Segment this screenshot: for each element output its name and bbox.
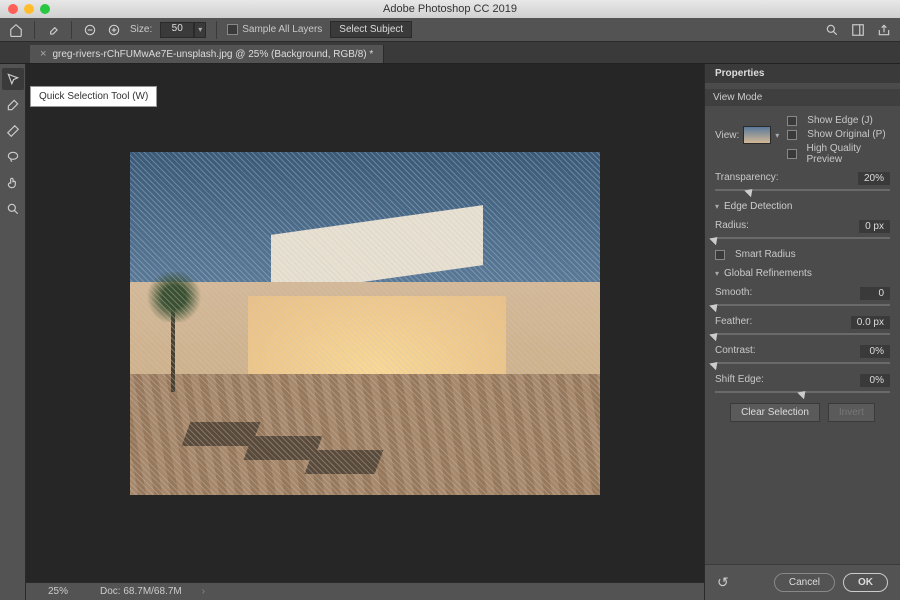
doc-size[interactable]: Doc: 68.7M/68.7M — [100, 586, 182, 597]
zoom-tool[interactable] — [2, 198, 24, 220]
shift-edge-slider[interactable] — [715, 391, 890, 393]
tool-tooltip: Quick Selection Tool (W) — [30, 86, 157, 107]
quick-selection-tool[interactable] — [2, 68, 24, 90]
properties-panel: Properties View Mode View: ▾ Show Edge (… — [704, 64, 900, 600]
search-icon[interactable] — [824, 22, 840, 38]
ok-button[interactable]: OK — [843, 573, 888, 592]
zoom-window-icon[interactable] — [40, 4, 50, 14]
cancel-button[interactable]: Cancel — [774, 573, 835, 592]
show-original-checkbox[interactable]: Show Original (P) — [787, 129, 890, 140]
feather-label: Feather: — [715, 316, 752, 329]
view-thumbnail[interactable] — [743, 126, 771, 144]
invert-button[interactable]: Invert — [828, 403, 875, 422]
view-mode-header: View Mode — [705, 89, 900, 106]
smooth-value[interactable]: 0 — [860, 287, 890, 300]
document-canvas[interactable] — [130, 152, 600, 495]
smart-radius-checkbox[interactable]: Smart Radius — [715, 249, 890, 260]
brush-add-icon[interactable] — [106, 22, 122, 38]
contrast-label: Contrast: — [715, 345, 756, 358]
lasso-tool[interactable] — [2, 146, 24, 168]
canvas-area[interactable] — [26, 64, 704, 582]
titlebar: Adobe Photoshop CC 2019 — [0, 0, 900, 18]
shift-edge-value[interactable]: 0% — [860, 374, 890, 387]
contrast-value[interactable]: 0% — [860, 345, 890, 358]
shift-edge-label: Shift Edge: — [715, 374, 764, 387]
brush-icon[interactable] — [45, 22, 61, 38]
feather-slider[interactable] — [715, 333, 890, 335]
view-dropdown-icon[interactable]: ▾ — [775, 131, 779, 140]
status-flyout-icon[interactable]: › — [202, 586, 205, 597]
brush-size-dropdown[interactable]: ▾ — [194, 22, 206, 38]
panel-footer: ↺ Cancel OK — [705, 564, 900, 600]
refine-edge-brush-tool[interactable] — [2, 94, 24, 116]
home-icon[interactable] — [8, 22, 24, 38]
app-title: Adobe Photoshop CC 2019 — [0, 3, 900, 15]
smooth-slider[interactable] — [715, 304, 890, 306]
status-bar: 25% Doc: 68.7M/68.7M › — [26, 582, 704, 600]
close-tab-icon[interactable]: × — [40, 48, 46, 60]
options-bar: Size: 50 ▾ Sample All Layers Select Subj… — [0, 18, 900, 42]
radius-label: Radius: — [715, 220, 749, 233]
checkbox-icon — [227, 24, 238, 35]
radius-slider[interactable] — [715, 237, 890, 239]
workspace-icon[interactable] — [850, 22, 866, 38]
reset-icon[interactable]: ↺ — [717, 574, 729, 591]
transparency-value[interactable]: 20% — [858, 172, 890, 185]
feather-value[interactable]: 0.0 px — [851, 316, 890, 329]
global-refinements-section[interactable]: ▾Global Refinements — [715, 268, 890, 279]
size-label: Size: — [130, 24, 152, 35]
brush-tool[interactable] — [2, 120, 24, 142]
hq-preview-checkbox[interactable]: High Quality Preview — [787, 143, 890, 165]
show-edge-checkbox[interactable]: Show Edge (J) — [787, 115, 890, 126]
share-icon[interactable] — [876, 22, 892, 38]
canvas-wrap: 25% Doc: 68.7M/68.7M › — [26, 64, 704, 600]
sample-all-label: Sample All Layers — [242, 24, 322, 35]
brush-size-input[interactable]: 50 — [160, 22, 194, 38]
sample-all-layers-checkbox[interactable]: Sample All Layers — [227, 24, 322, 35]
transparency-slider[interactable] — [715, 189, 890, 191]
close-window-icon[interactable] — [8, 4, 18, 14]
chevron-down-icon: ▾ — [715, 269, 719, 278]
select-subject-button[interactable]: Select Subject — [330, 21, 412, 38]
tab-filename: greg-rivers-rChFUMwAe7E-unsplash.jpg @ 2… — [52, 49, 373, 60]
tools-panel: Quick Selection Tool (W) — [0, 64, 26, 600]
clear-selection-button[interactable]: Clear Selection — [730, 403, 820, 422]
edge-detection-section[interactable]: ▾Edge Detection — [715, 201, 890, 212]
radius-value[interactable]: 0 px — [859, 220, 890, 233]
transparency-label: Transparency: — [715, 172, 779, 185]
panel-title[interactable]: Properties — [705, 64, 900, 83]
minimize-window-icon[interactable] — [24, 4, 34, 14]
hand-tool[interactable] — [2, 172, 24, 194]
chevron-down-icon: ▾ — [715, 202, 719, 211]
document-tabs: × greg-rivers-rChFUMwAe7E-unsplash.jpg @… — [0, 42, 900, 64]
smooth-label: Smooth: — [715, 287, 752, 300]
brush-subtract-icon[interactable] — [82, 22, 98, 38]
contrast-slider[interactable] — [715, 362, 890, 364]
document-tab[interactable]: × greg-rivers-rChFUMwAe7E-unsplash.jpg @… — [30, 45, 384, 63]
zoom-level[interactable]: 25% — [36, 586, 80, 597]
view-label: View: — [715, 130, 739, 141]
selection-overlay — [130, 152, 600, 495]
